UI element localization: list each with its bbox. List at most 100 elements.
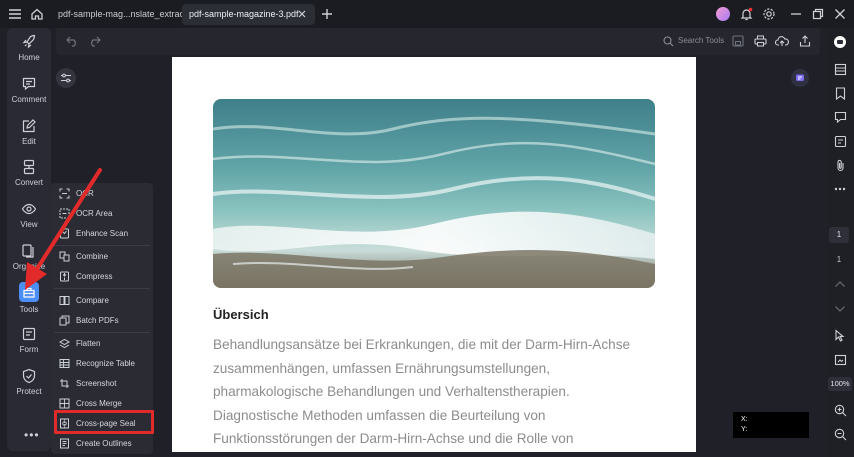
filter-icon[interactable] <box>56 68 76 88</box>
nav-item-view[interactable]: View <box>7 201 51 229</box>
screenshot-icon <box>60 378 69 388</box>
menu-separator <box>54 245 150 246</box>
bell-icon[interactable] <box>737 5 755 23</box>
menu-item-screenshot[interactable]: Screenshot <box>54 374 150 392</box>
menu-item-create-outlines[interactable]: Create Outlines <box>54 434 150 452</box>
menu-separator <box>54 332 150 333</box>
pdf-page: Übersich Behandlungsansätze bei Erkranku… <box>172 57 696 452</box>
nav-label: Protect <box>16 387 42 396</box>
zoom-in-icon[interactable] <box>833 403 847 417</box>
nav-item-edit[interactable]: Edit <box>7 118 51 146</box>
menu-item-compare[interactable]: Compare <box>54 291 150 309</box>
restore-icon[interactable] <box>809 5 827 23</box>
cloud-upload-icon[interactable] <box>774 33 790 49</box>
menu-item-ocr[interactable]: OCR <box>54 184 150 202</box>
edit-icon <box>22 119 36 133</box>
menu-item-batch-pdfs[interactable]: Batch PDFs <box>54 311 150 329</box>
page-body-text: Behandlungsansätze bei Erkrankungen, die… <box>213 333 663 451</box>
menu-item-label: Compare <box>76 295 109 305</box>
nav-label: Tools <box>19 305 39 314</box>
page-number-input[interactable]: 1 <box>829 227 849 243</box>
outline-icon <box>60 438 69 448</box>
undo-icon[interactable] <box>64 33 80 49</box>
nav-item-protect[interactable]: Protect <box>7 368 51 396</box>
shield-icon <box>22 368 36 384</box>
convert-icon <box>23 159 35 175</box>
menu-item-label: Batch PDFs <box>76 315 119 325</box>
zoom-level[interactable]: 100% <box>828 377 852 391</box>
search-icon[interactable] <box>660 33 676 49</box>
menu-item-recognize-table[interactable]: Recognize Table <box>54 354 150 372</box>
menu-item-label: Recognize Table <box>76 358 136 368</box>
menu-item-flatten[interactable]: Flatten <box>54 334 150 352</box>
ai-assistant-icon[interactable] <box>791 69 809 87</box>
text-line: Diagnostische Methoden umfassen die Beur… <box>213 407 546 423</box>
nav-item-home[interactable]: Home <box>7 34 51 62</box>
coordinate-readout: X: Y: <box>733 412 809 438</box>
text-line: zusammenhängen, umfassen Ernährungsumste… <box>213 360 551 376</box>
comments-icon[interactable] <box>833 110 847 124</box>
nav-item-comment[interactable]: Comment <box>7 76 51 104</box>
menu-item-label: Cross Merge <box>76 398 122 408</box>
ocr-icon <box>59 188 70 198</box>
next-page-icon[interactable] <box>833 302 847 316</box>
clip-icon[interactable] <box>833 158 847 172</box>
more-icon[interactable] <box>833 182 847 196</box>
add-tab-icon[interactable] <box>318 5 336 23</box>
nav-label: View <box>20 220 38 229</box>
select-cursor-icon[interactable] <box>833 328 847 342</box>
menu-item-compress[interactable]: Compress <box>54 267 150 285</box>
menu-item-label: Combine <box>76 251 109 261</box>
menu-item-enhance-scan[interactable]: Enhance Scan <box>54 224 150 242</box>
menu-item-combine[interactable]: Combine <box>54 247 150 265</box>
more-tools-button[interactable]: ••• <box>24 428 40 442</box>
avatar[interactable] <box>716 7 730 21</box>
nav-item-convert[interactable]: Convert <box>7 159 51 187</box>
thumbnails-icon[interactable] <box>833 62 847 76</box>
compare-icon <box>59 295 70 305</box>
attachments-icon[interactable] <box>833 134 847 148</box>
cross-merge-icon <box>59 398 70 408</box>
text-line: Behandlungsansätze bei Erkrankungen, die… <box>213 337 631 352</box>
menu-item-label: Flatten <box>76 338 101 348</box>
menu-item-ocr-area[interactable]: OCR Area <box>54 204 150 222</box>
tab-label: pdf-sample-magazine-3.pdf <box>189 9 299 19</box>
save-icon[interactable] <box>730 33 746 49</box>
menu-item-label: OCR <box>76 188 94 198</box>
settings-icon[interactable] <box>760 5 778 23</box>
close-icon[interactable] <box>296 8 308 20</box>
minimize-icon[interactable] <box>787 5 805 23</box>
bookmark-icon[interactable] <box>833 86 847 100</box>
ai-assistant-icon[interactable] <box>833 35 847 49</box>
search-tools-label[interactable]: Search Tools <box>678 36 724 45</box>
zoom-out-icon[interactable] <box>833 427 847 441</box>
prev-page-icon[interactable] <box>833 277 847 291</box>
nav-label: Edit <box>22 137 36 146</box>
batch-icon <box>59 315 70 325</box>
print-icon[interactable] <box>752 33 768 49</box>
home-icon[interactable] <box>28 5 46 23</box>
ocean-wave-photo <box>213 99 655 288</box>
menu-item-label: OCR Area <box>76 208 113 218</box>
organize-icon <box>22 244 34 258</box>
left-nav: Home Comment Edit Convert View Organize … <box>7 28 51 451</box>
menu-icon[interactable] <box>6 5 24 23</box>
compress-icon <box>60 271 69 281</box>
menu-item-label: Enhance Scan <box>76 228 129 238</box>
menu-separator <box>54 288 150 289</box>
title-bar: pdf-sample-mag...nslate_extract.pdf pdf-… <box>0 0 854 28</box>
redo-icon[interactable] <box>86 33 102 49</box>
nav-label: Form <box>19 345 39 354</box>
nav-item-organize[interactable]: Organize <box>7 243 51 271</box>
nav-label: Comment <box>11 95 47 104</box>
share-icon[interactable] <box>797 33 813 49</box>
combine-icon <box>59 251 70 261</box>
coord-x-label: X: <box>741 416 748 423</box>
comment-icon <box>22 77 36 91</box>
nav-item-tools[interactable]: Tools <box>7 282 51 314</box>
nav-item-form[interactable]: Form <box>7 326 51 354</box>
fit-icon[interactable] <box>833 353 847 367</box>
enhance-scan-icon <box>60 228 69 238</box>
toolbox-icon <box>19 282 39 302</box>
close-window-icon[interactable] <box>831 5 849 23</box>
